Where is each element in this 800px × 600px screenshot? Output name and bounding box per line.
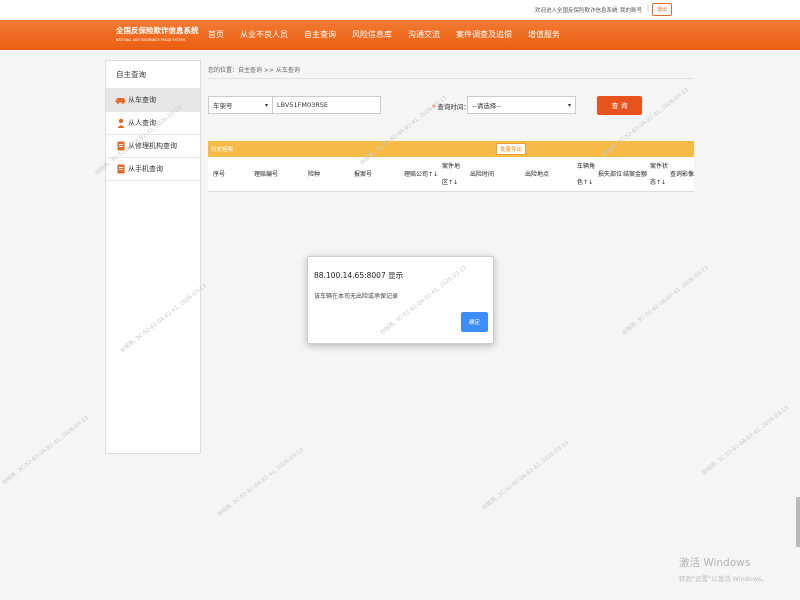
watermark: 谷铭燕, 3C-52-82-0A-82-41, 2026-03-13	[216, 447, 305, 519]
query-time-value: --请选择--	[472, 102, 501, 110]
system-logo: 全国反保险欺诈信息系统 NATIONAL ANTI INSURANCE FRAU…	[116, 25, 199, 45]
column-header[interactable]: 查询影像	[670, 170, 694, 180]
document-icon	[115, 164, 126, 174]
separator: |	[647, 5, 650, 12]
main-nav: 首页 从业不良人员 自主查询 风险信息库 沟通交流 案件调查及追偿 增值服务	[200, 20, 568, 50]
main-header: 全国反保险欺诈信息系统 NATIONAL ANTI INSURANCE FRAU…	[0, 20, 800, 50]
logout-button[interactable]: 退出	[652, 3, 672, 16]
top-utility-bar: 欢迎进入全国反保险欺诈信息系统 | 我的账号 | 退出	[0, 0, 800, 20]
vin-input-value: LBV51FM03RSE	[277, 101, 328, 109]
column-header[interactable]: 结案金额	[623, 170, 647, 180]
sidebar-item-label: 从手机查询	[128, 165, 163, 173]
query-button[interactable]: 查 询	[597, 96, 642, 115]
nav-self-query[interactable]: 自主查询	[296, 20, 344, 50]
sidebar: 自主查询 从车查询 从人查询 从修理机构查询 从手机查询	[105, 60, 201, 454]
nav-home[interactable]: 首页	[200, 20, 232, 50]
car-icon	[115, 95, 126, 105]
column-header[interactable]: 出险地点	[525, 170, 549, 180]
column-header[interactable]: 序号	[213, 170, 225, 180]
watermark: 谷铭燕, 3C-52-82-0A-82-41, 2026-03-13	[1, 415, 90, 487]
divider	[208, 78, 694, 79]
nav-case-investigation[interactable]: 案件调查及追偿	[448, 20, 520, 50]
dialog-title: 88.100.14.65:8007 显示	[314, 271, 404, 280]
watermark: 谷铭燕, 3C-52-82-0A-82-41, 2026-03-13	[701, 405, 790, 477]
column-header[interactable]: 损失部位	[598, 170, 622, 180]
welcome-text: 欢迎进入全国反保险欺诈信息系统	[535, 8, 618, 14]
sidebar-item-label: 从车查询	[128, 96, 156, 104]
column-header[interactable]: 报案号	[354, 170, 372, 180]
my-account-link[interactable]: 我的账号	[620, 6, 642, 14]
watermark: 谷铭燕, 3C-52-82-0A-82-41, 2026-03-13	[621, 265, 710, 337]
chevron-down-icon: ▾	[567, 102, 571, 109]
activation-subtitle: 转到"设置"以激活 Windows。	[679, 575, 769, 583]
tab-claim-history[interactable]: 历史赔案	[211, 145, 233, 153]
dialog-message: 该车辆在本司无出险或承保记录	[314, 293, 399, 300]
person-icon	[115, 118, 126, 128]
column-header[interactable]: 理赔编号	[254, 170, 278, 180]
search-type-select[interactable]: 车架号 ▾	[208, 96, 273, 114]
sidebar-item-vehicle-query[interactable]: 从车查询	[106, 89, 200, 112]
batch-export-button[interactable]: 批量导出	[496, 143, 526, 155]
logo-title-cn: 全国反保险欺诈信息系统	[116, 26, 199, 35]
results-table-header: 序号 理赔编号 险种 报案号 理赔公司↑↓ 案件地 区↑↓ 出险时间 出险地点 车…	[208, 157, 694, 192]
sidebar-item-phone-query[interactable]: 从手机查询	[106, 158, 200, 181]
nav-value-added[interactable]: 增值服务	[520, 20, 568, 50]
chevron-down-icon: ▾	[264, 102, 268, 109]
scrollbar-thumb[interactable]	[796, 497, 800, 547]
dialog-ok-button[interactable]: 确定	[461, 312, 488, 332]
column-header[interactable]: 案件地 区↑↓	[442, 162, 464, 188]
vin-input[interactable]: LBV51FM03RSE	[272, 96, 381, 114]
logo-title-en: NATIONAL ANTI INSURANCE FRAUD SYSTEM	[116, 38, 185, 42]
redaction-mask	[341, 98, 371, 112]
column-header[interactable]: 案件状 态↑↓	[650, 162, 672, 188]
column-header[interactable]: 理赔公司↑↓	[404, 170, 438, 180]
query-time-select[interactable]: --请选择-- ▾	[467, 96, 576, 114]
watermark: 谷铭燕, 3C-52-82-0A-82-41, 2026-03-13	[481, 440, 570, 512]
nav-communication[interactable]: 沟通交流	[400, 20, 448, 50]
column-header[interactable]: 车辆角 色↑↓	[577, 162, 599, 188]
column-header[interactable]: 险种	[308, 170, 320, 180]
nav-bad-practitioners[interactable]: 从业不良人员	[232, 20, 296, 50]
column-header[interactable]: 出险时间	[470, 170, 494, 180]
nav-risk-database[interactable]: 风险信息库	[344, 20, 400, 50]
breadcrumb: 您的位置：自主查询 >> 从车查询	[208, 67, 300, 74]
separator: |	[615, 5, 618, 12]
activation-title: 激活 Windows	[679, 557, 751, 569]
search-type-value: 车架号	[213, 102, 233, 110]
windows-activation-notice: 激活 Windows 转到"设置"以激活 Windows。	[679, 555, 768, 583]
sidebar-title: 自主查询	[106, 61, 200, 89]
